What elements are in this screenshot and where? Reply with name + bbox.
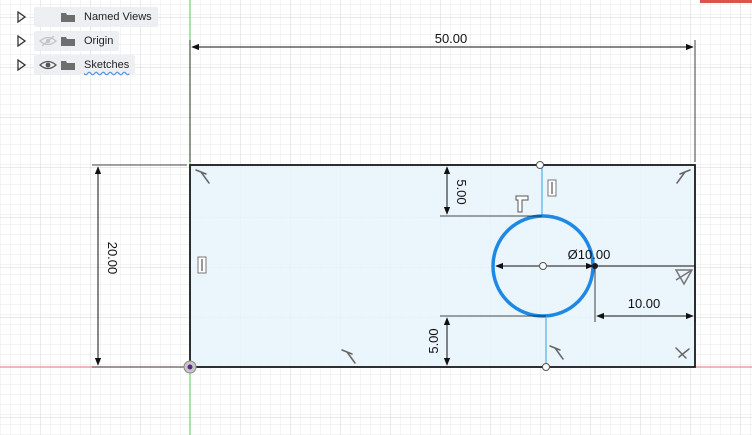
vertical-constraint-icon[interactable] (197, 256, 207, 274)
dimension-height-text: 20.00 (105, 242, 120, 275)
expand-arrow-icon[interactable] (14, 7, 28, 27)
expand-arrow-icon[interactable] (14, 31, 28, 51)
dimension-width-text: 50.00 (435, 31, 468, 46)
folder-icon (58, 7, 78, 27)
sketch-point[interactable] (542, 363, 550, 371)
folder-icon (58, 55, 78, 75)
origin-point-center (187, 364, 193, 370)
sketch-point[interactable] (592, 263, 598, 269)
window-corner-tab (700, 0, 752, 3)
vertical-constraint-icon[interactable] (547, 179, 557, 197)
browser-item-origin[interactable]: Origin (14, 31, 120, 51)
circle-center-point[interactable] (539, 262, 547, 270)
dimension-hole-diameter-text: Ø10.00 (568, 247, 611, 262)
browser-item-named-views[interactable]: Named Views (14, 7, 158, 27)
dimension-hole-top-text: 5.00 (454, 179, 469, 204)
dimension-hole-right-text: 10.00 (628, 296, 661, 311)
folder-icon (58, 31, 78, 51)
browser-item-label: Origin (84, 35, 114, 47)
eye-hidden-icon[interactable] (38, 31, 58, 51)
visibility-placeholder (38, 7, 58, 27)
expand-arrow-icon[interactable] (14, 55, 28, 75)
sketch-point[interactable] (536, 161, 544, 169)
browser-item-label: Sketches (84, 59, 130, 71)
dimension-hole-bottom-text: 5.00 (426, 328, 441, 353)
browser-item-sketches[interactable]: Sketches (14, 55, 136, 75)
eye-icon[interactable] (38, 55, 58, 75)
browser-item-label: Named Views (84, 11, 152, 23)
